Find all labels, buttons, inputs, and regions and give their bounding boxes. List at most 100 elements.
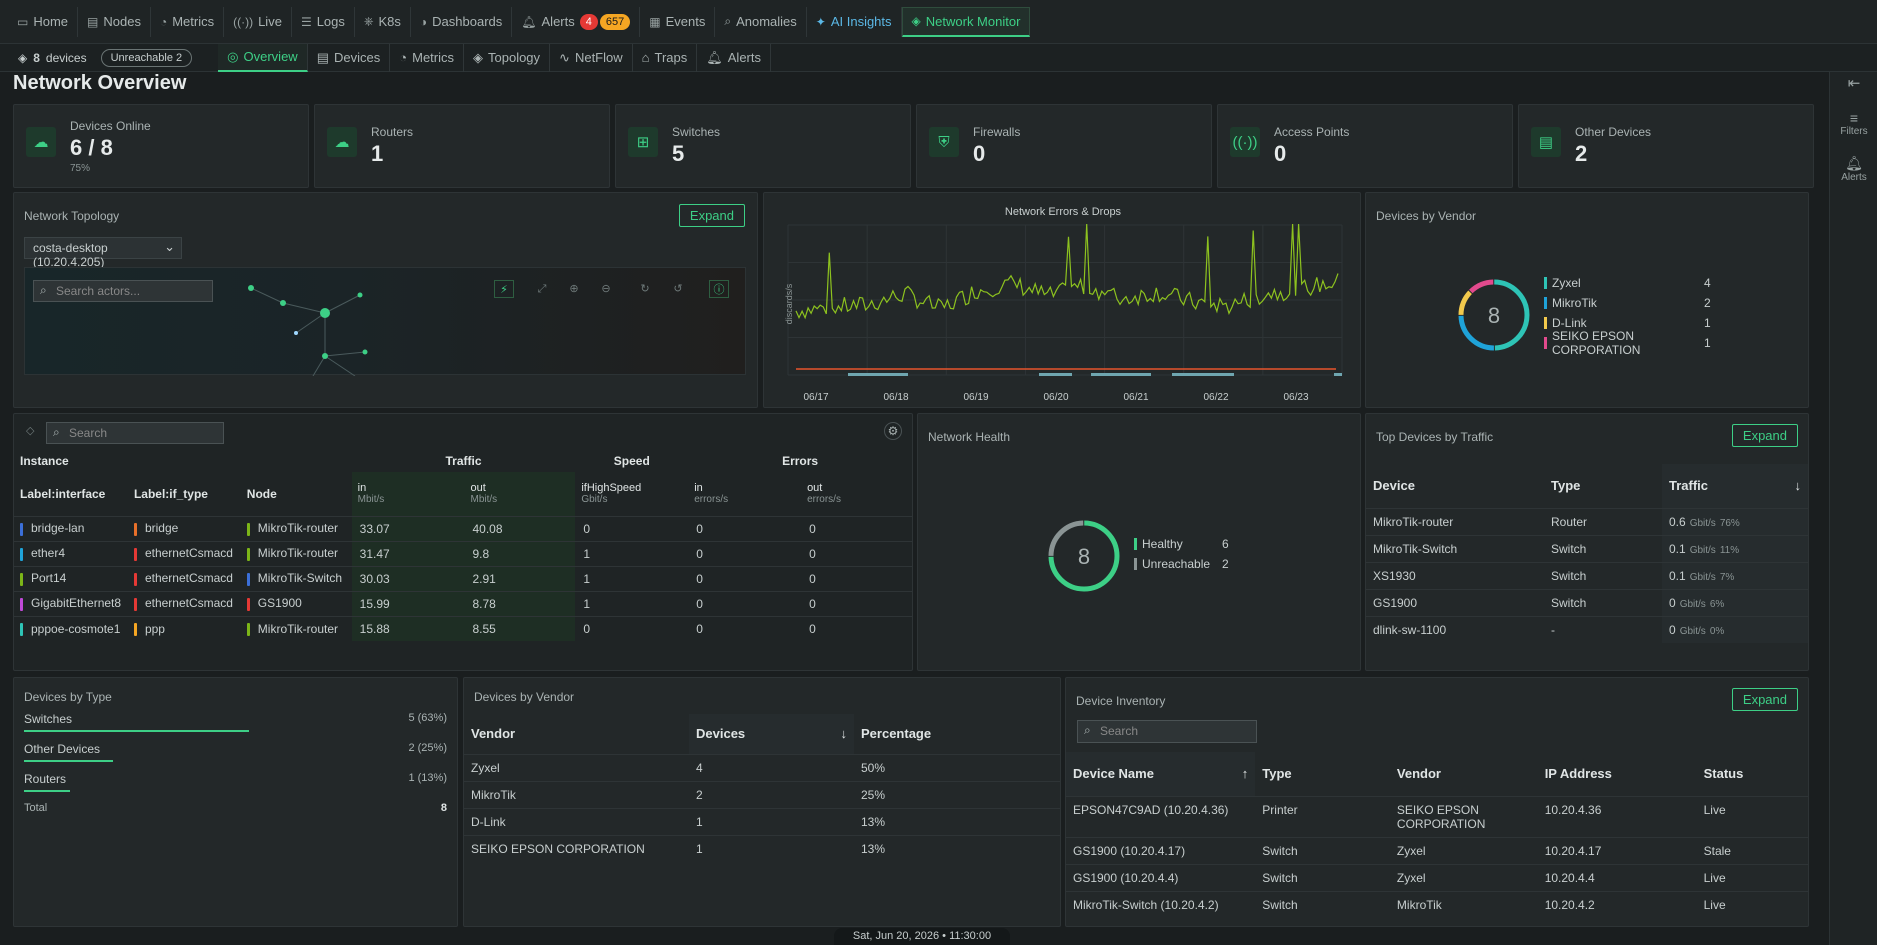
filters-button[interactable]: ≡ Filters <box>1830 110 1877 137</box>
nav-tab-anomalies[interactable]: ⌕ Anomalies <box>715 6 807 37</box>
cell-vendor: Zyxel <box>1389 863 1538 891</box>
column-header-in[interactable]: in Mbit/s <box>351 472 465 516</box>
inventory-expand-button[interactable]: Expand <box>1731 688 1798 711</box>
table-row[interactable]: SEIKO EPSON CORPORATION 1 13% <box>464 834 1060 862</box>
subtab-topology[interactable]: ◈ Topology <box>464 43 551 72</box>
type-row[interactable]: Other Devices 2 (25%) <box>24 742 447 756</box>
collapse-icon[interactable]: ⇤ <box>1830 74 1877 92</box>
topology-expand-button[interactable]: Expand <box>678 204 745 227</box>
alerts-button[interactable]: 🔔︎ Alerts <box>1830 155 1877 183</box>
rotate-icon[interactable]: ↻ <box>635 280 655 298</box>
column-header-node[interactable]: Node <box>241 472 352 516</box>
sort-asc-icon[interactable]: ↑ <box>1242 766 1249 781</box>
table-row[interactable]: XS1930 Switch 0.1 Gbit/s 7% <box>1366 561 1808 589</box>
column-header-ip-address[interactable]: IP Address <box>1538 752 1697 796</box>
table-row[interactable]: GS1900 (10.20.4.17) Switch Zyxel 10.20.4.17… <box>1066 836 1808 864</box>
column-header-device-name[interactable]: Device Name ↑ <box>1066 752 1256 796</box>
info-icon[interactable]: ⓘ <box>709 280 729 298</box>
topology-node-select[interactable]: costa-desktop (10.20.4.205) ⌄ <box>24 237 182 269</box>
nav-tab-logs[interactable]: ☰ Logs <box>292 6 355 37</box>
bolt-icon[interactable]: ⚡︎ <box>494 280 514 298</box>
cell-devices: 1 <box>689 834 854 862</box>
table-row[interactable]: MikroTik-router Router 0.6 Gbit/s 76% <box>1366 507 1808 535</box>
kpi-card-routers[interactable]: ☁ Routers 1 <box>314 104 610 188</box>
type-row[interactable]: Switches 5 (63%) <box>24 712 447 726</box>
type-row[interactable]: Routers 1 (13%) <box>24 772 447 786</box>
interfaces-search-input[interactable]: ⌕ Search <box>46 422 224 444</box>
nav-tab-k8s[interactable]: ⎈ K8s <box>355 6 411 37</box>
column-header-ein[interactable]: in errors/s <box>688 472 801 516</box>
table-row[interactable]: EPSON47C9AD (10.20.4.36) Printer SEIKO EPS… <box>1066 795 1808 837</box>
table-row[interactable]: MikroTik-Switch (10.20.4.2) Switch MikroTi… <box>1066 890 1808 918</box>
table-row[interactable]: D-Link 1 13% <box>464 807 1060 835</box>
table-row[interactable]: Port14 ethernetCsmacd MikroTik-Switch 30.03… <box>14 565 912 591</box>
column-header-type[interactable]: Type <box>1255 752 1390 796</box>
table-row[interactable]: GigabitEthernet8 ethernetCsmacd GS1900 15.9… <box>14 590 912 616</box>
column-header-devices[interactable]: Devices ↓ <box>689 714 854 754</box>
nav-tab-events[interactable]: ▦ Events <box>640 6 716 37</box>
table-row[interactable]: MikroTik 2 25% <box>464 780 1060 808</box>
nav-tab-alerts[interactable]: 🔔︎ Alerts 4 657 <box>512 6 641 37</box>
zoom-out-icon[interactable]: ⊖ <box>596 280 616 298</box>
table-row[interactable]: MikroTik-Switch Switch 0.1 Gbit/s 11% <box>1366 534 1808 562</box>
top-devices-expand-button[interactable]: Expand <box>1731 424 1798 447</box>
column-header-percentage[interactable]: Percentage <box>854 714 1060 754</box>
kpi-card-access-points[interactable]: ((·)) Access Points 0 <box>1217 104 1513 188</box>
nav-tab-live[interactable]: ((·)) Live <box>224 6 292 37</box>
topology-canvas[interactable]: ⌕ Search actors... ⚡︎ ⤢ ⊕ ⊖ ↻ ↺ ⓘ <box>24 267 746 376</box>
kpi-card-devices-online[interactable]: ☁ Devices Online 6 / 8 75% <box>13 104 309 188</box>
color-marker <box>133 622 137 636</box>
kpi-card-switches[interactable]: ⊞ Switches 5 <box>615 104 911 188</box>
table-row[interactable]: GS1900 Switch 0 Gbit/s 6% <box>1366 588 1808 616</box>
table-row[interactable]: GS1900 (10.20.4.4) Switch Zyxel 10.20.4.4 Li… <box>1066 863 1808 891</box>
kpi-card-firewalls[interactable]: ⛨ Firewalls 0 <box>916 104 1212 188</box>
column-header-speed[interactable]: ifHighSpeed Gbit/s <box>575 472 688 516</box>
column-header-iface[interactable]: Label:interface <box>14 472 128 516</box>
inventory-search-input[interactable]: ⌕ Search <box>1077 720 1257 743</box>
subtab-netflow[interactable]: ∿ NetFlow <box>550 43 633 72</box>
table-row[interactable]: ether4 ethernetCsmacd MikroTik-router 31.47… <box>14 540 912 566</box>
subtab-metrics[interactable]: ◔ Metrics <box>390 43 464 72</box>
table-row[interactable]: bridge-lan bridge MikroTik-router 33.07 40.0… <box>14 515 912 541</box>
column-label: in <box>694 482 703 495</box>
column-header-type[interactable]: Type <box>1544 464 1662 508</box>
column-header-vendor[interactable]: Vendor <box>464 714 689 754</box>
zoom-in-icon[interactable]: ⊕ <box>564 280 584 298</box>
health-donut-total: 8 <box>1078 544 1090 569</box>
subtab-traps[interactable]: ⌂ Traps <box>633 43 698 72</box>
nav-tab-nodes[interactable]: ▤ Nodes <box>78 6 151 37</box>
table-row[interactable]: dlink-sw-1100-0 Gbit/s 0% <box>1366 615 1808 643</box>
unreachable-pill[interactable]: Unreachable 2 <box>100 48 193 67</box>
nav-tab-ai-insights[interactable]: ✦ AI Insights <box>807 6 902 37</box>
column-header-type[interactable]: Label:if_type <box>128 472 241 516</box>
column-header-out[interactable]: out Mbit/s <box>464 472 576 516</box>
table-row[interactable]: Zyxel 4 50% <box>464 753 1060 781</box>
nav-tab-label: Network Monitor <box>925 13 1021 29</box>
zoom-fit-icon[interactable]: ⤢ <box>532 280 552 298</box>
subtab-overview[interactable]: ◎ Overview <box>218 43 308 72</box>
cell-type: Router <box>1544 507 1662 535</box>
cell-type: - <box>1544 615 1662 643</box>
column-header-device[interactable]: Device <box>1366 464 1544 508</box>
column-header-vendor[interactable]: Vendor <box>1390 752 1538 796</box>
sort-desc-icon[interactable]: ↓ <box>1795 478 1802 493</box>
kpi-card-other-devices[interactable]: ▤ Other Devices 2 <box>1518 104 1814 188</box>
nav-tab-home[interactable]: ▭ Home <box>8 6 79 37</box>
nav-tab-network-monitor[interactable]: ◈ Network Monitor <box>901 6 1031 37</box>
cell-vendor: Zyxel <box>464 753 689 781</box>
column-header-status[interactable]: Status <box>1697 752 1808 796</box>
table-row[interactable]: pppoe-cosmote1 ppp MikroTik-router 15.88 8.5… <box>14 615 912 641</box>
cell-device: dlink-sw-1100 <box>1366 615 1544 643</box>
column-label: out <box>807 482 823 495</box>
nav-tab-dashboards[interactable]: ◑ Dashboards <box>411 6 513 37</box>
subtab-devices[interactable]: ▤ Devices <box>308 43 391 72</box>
column-header-eout[interactable]: out errors/s <box>801 472 912 516</box>
group-header-errors: Errors <box>782 454 819 468</box>
subtab-alerts[interactable]: 🔔︎ Alerts <box>697 43 771 72</box>
anomaly-icon: ⌕ <box>724 14 732 28</box>
reset-icon[interactable]: ↺ <box>668 280 688 298</box>
gear-icon[interactable]: ⚙ <box>884 422 902 440</box>
column-header-traffic[interactable]: Traffic ↓ <box>1662 464 1808 508</box>
sort-desc-icon[interactable]: ↓ <box>841 726 848 741</box>
nav-tab-metrics[interactable]: ◔ Metrics <box>151 6 225 37</box>
